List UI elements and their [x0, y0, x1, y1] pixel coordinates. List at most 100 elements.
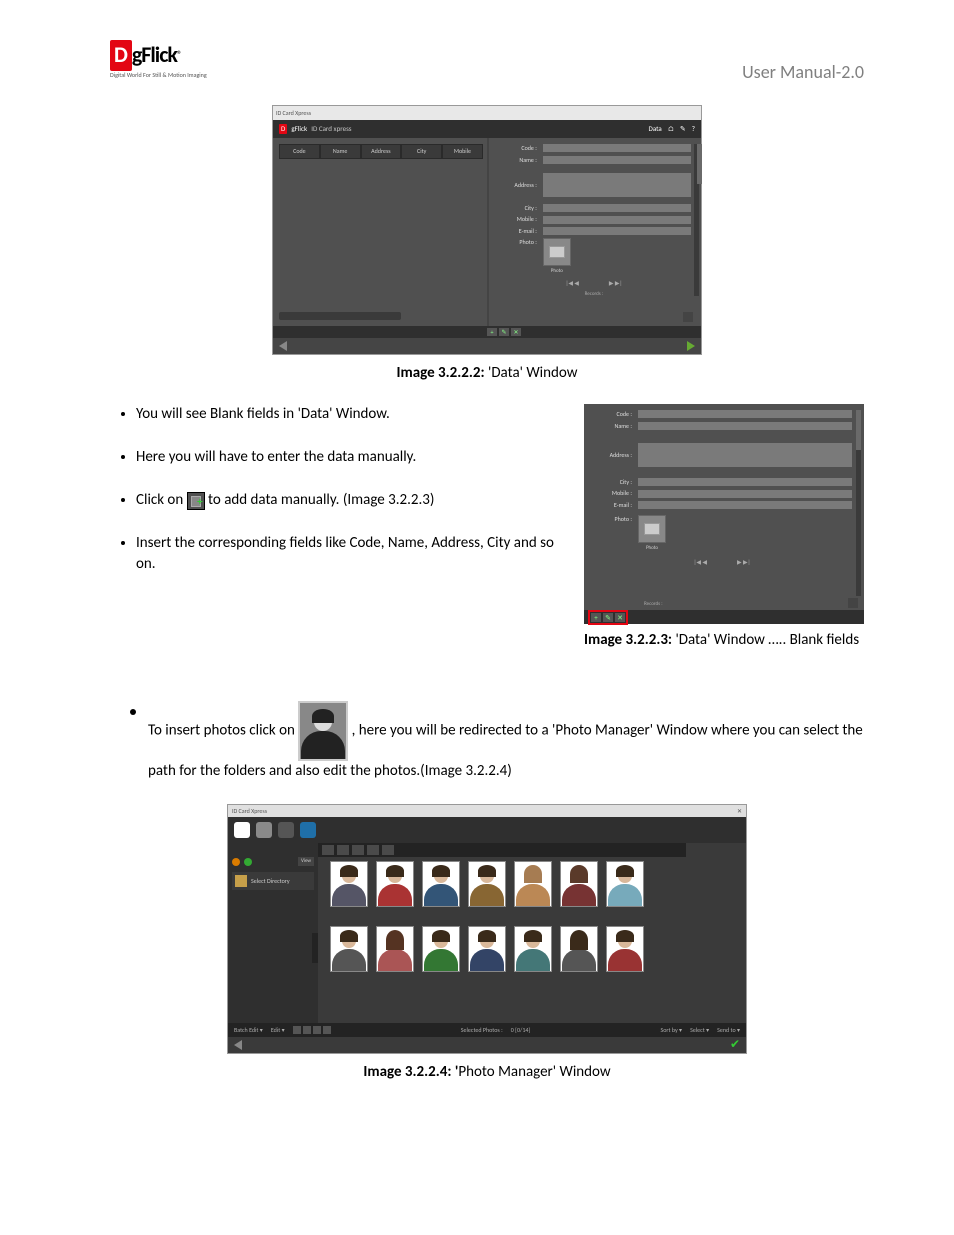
name-input[interactable]: [543, 156, 691, 164]
collapse-icon[interactable]: [232, 858, 240, 866]
photo-thumbnail[interactable]: [330, 861, 368, 916]
sortby-dropdown[interactable]: Sort by ▾: [660, 1026, 682, 1034]
edit-record-icon[interactable]: ✎: [499, 328, 509, 336]
photo-placeholder-icon[interactable]: [543, 238, 571, 266]
app-brand-bar: D gFlick ID Card xpress Data ⌂ ✎ ?: [273, 120, 701, 138]
photo-thumbnail[interactable]: [514, 861, 552, 916]
bullet-marker: [130, 709, 136, 715]
pager-next[interactable]: ▶ ▶|: [609, 279, 622, 287]
bullet-blank-fields: You will see Blank fields in 'Data' Wind…: [136, 404, 564, 425]
data-table-header: Code Name Address City Mobile: [279, 144, 483, 158]
home-icon[interactable]: ⌂: [668, 124, 674, 134]
photo-thumbnail[interactable]: [376, 861, 414, 916]
bullet-enter-manually: Here you will have to enter the data man…: [136, 447, 564, 468]
window-titlebar: ID Card Xpress: [273, 106, 701, 120]
add-record-icon[interactable]: +: [487, 328, 497, 336]
maximize-icon[interactable]: [678, 109, 686, 117]
close-icon[interactable]: [690, 109, 698, 117]
photo-manager-sidebar: View Select Directory: [228, 843, 318, 1023]
photo-placeholder-icon[interactable]: [638, 515, 666, 543]
view-tile-icon[interactable]: [382, 845, 394, 855]
bullet-click-add: Click on to add data manually. (Image 3.…: [136, 490, 564, 511]
close-icon[interactable]: ✕: [737, 807, 742, 815]
logo: D gFlick ® Digital World For Still & Mot…: [110, 40, 210, 79]
selected-photos-label: Selected Photos :: [461, 1026, 503, 1034]
photo-thumbnail[interactable]: [560, 926, 598, 981]
photo-portrait-icon: [298, 701, 348, 761]
view-list-icon[interactable]: [337, 845, 349, 855]
horizontal-scrollbar[interactable]: [279, 312, 401, 320]
view-large-icon[interactable]: [352, 845, 364, 855]
view-grid-icon[interactable]: [322, 845, 334, 855]
email-input[interactable]: [638, 501, 852, 509]
photo-thumbnail[interactable]: [606, 926, 644, 981]
pager-prev[interactable]: |◀ ◀: [694, 558, 707, 566]
code-input[interactable]: [543, 144, 691, 152]
flip-icon[interactable]: [313, 1026, 321, 1034]
bullet-insert-fields: Insert the corresponding fields like Cod…: [136, 533, 564, 575]
photo-thumbnail[interactable]: [560, 861, 598, 916]
view-dropdown[interactable]: View: [298, 857, 314, 866]
name-input[interactable]: [638, 422, 852, 430]
email-input[interactable]: [543, 227, 691, 235]
crop-icon[interactable]: [323, 1026, 331, 1034]
rotate-left-icon[interactable]: [293, 1026, 301, 1034]
delete-record-icon[interactable]: ✕: [615, 613, 625, 622]
rotate-right-icon[interactable]: [303, 1026, 311, 1034]
source-cloud-icon[interactable]: [256, 822, 272, 838]
photo-thumbnail[interactable]: [422, 926, 460, 981]
figure-data-window: ID Card Xpress D gFlick ID Card xpress D…: [110, 105, 864, 355]
vertical-scrollbar[interactable]: [694, 144, 699, 296]
forward-arrow-icon[interactable]: [687, 341, 695, 351]
photo-thumbnail[interactable]: [468, 861, 506, 916]
view-detail-icon[interactable]: [367, 845, 379, 855]
edit-dropdown[interactable]: Edit ▾: [271, 1026, 285, 1034]
photo-manager-statusbar: Batch Edit ▾ Edit ▾ Selected Photos : 0 …: [228, 1023, 746, 1037]
mobile-input[interactable]: [543, 216, 691, 224]
filter-icon[interactable]: [848, 598, 858, 608]
sendto-dropdown[interactable]: Send to ▾: [717, 1026, 740, 1034]
photo-thumbnail[interactable]: [514, 926, 552, 981]
caption-3: Image 3.2.2.4: 'Photo Manager' Window: [110, 1062, 864, 1083]
logo-d-icon: D: [110, 40, 132, 71]
mobile-input[interactable]: [638, 490, 852, 498]
back-arrow-icon[interactable]: [279, 341, 287, 351]
back-arrow-icon[interactable]: [234, 1040, 242, 1050]
figure-photo-manager: ID Card Xpress ✕ Zoom: [110, 804, 864, 1054]
help-icon[interactable]: ?: [692, 124, 695, 134]
confirm-check-icon[interactable]: ✔: [730, 1037, 740, 1054]
photo-thumbnail[interactable]: [330, 926, 368, 981]
photo-thumbnail[interactable]: [422, 861, 460, 916]
select-directory-item[interactable]: Select Directory: [232, 872, 314, 890]
figure-data-window-blank: Code : Name : Address : City : Mobile : …: [584, 404, 864, 624]
minimize-icon[interactable]: [666, 109, 674, 117]
bullet-insert-photos: To insert photos click on , here you wil…: [148, 661, 864, 782]
window-titlebar: ID Card Xpress ✕: [228, 805, 746, 817]
expand-icon[interactable]: [244, 858, 252, 866]
city-input[interactable]: [543, 204, 691, 212]
brush-icon[interactable]: ✎: [680, 124, 686, 134]
selected-photos-count: 0 [0/14]: [511, 1026, 531, 1034]
filter-icon[interactable]: [683, 312, 693, 322]
user-manual-label: User Manual-2.0: [742, 60, 864, 85]
select-dropdown[interactable]: Select ▾: [690, 1026, 709, 1034]
photo-thumbnail[interactable]: [468, 926, 506, 981]
code-input[interactable]: [638, 410, 852, 418]
pager-next[interactable]: ▶ ▶|: [737, 558, 750, 566]
city-input[interactable]: [638, 478, 852, 486]
batch-edit-dropdown[interactable]: Batch Edit ▾: [234, 1026, 263, 1034]
address-input[interactable]: [543, 173, 691, 197]
address-input[interactable]: [638, 443, 852, 467]
edit-record-icon[interactable]: ✎: [603, 613, 613, 622]
source-facebook-icon[interactable]: [300, 822, 316, 838]
photo-thumbnail[interactable]: [376, 926, 414, 981]
photo-thumbnail[interactable]: [606, 861, 644, 916]
delete-record-icon[interactable]: ✕: [511, 328, 521, 336]
source-camera-icon[interactable]: [278, 822, 294, 838]
pager-prev[interactable]: |◀ ◀: [566, 279, 579, 287]
add-record-icon[interactable]: +: [591, 613, 601, 622]
folder-icon: [235, 875, 247, 887]
source-local-icon[interactable]: [234, 822, 250, 838]
vertical-scrollbar[interactable]: [856, 410, 861, 596]
sidebar-drag-handle[interactable]: [312, 933, 318, 963]
